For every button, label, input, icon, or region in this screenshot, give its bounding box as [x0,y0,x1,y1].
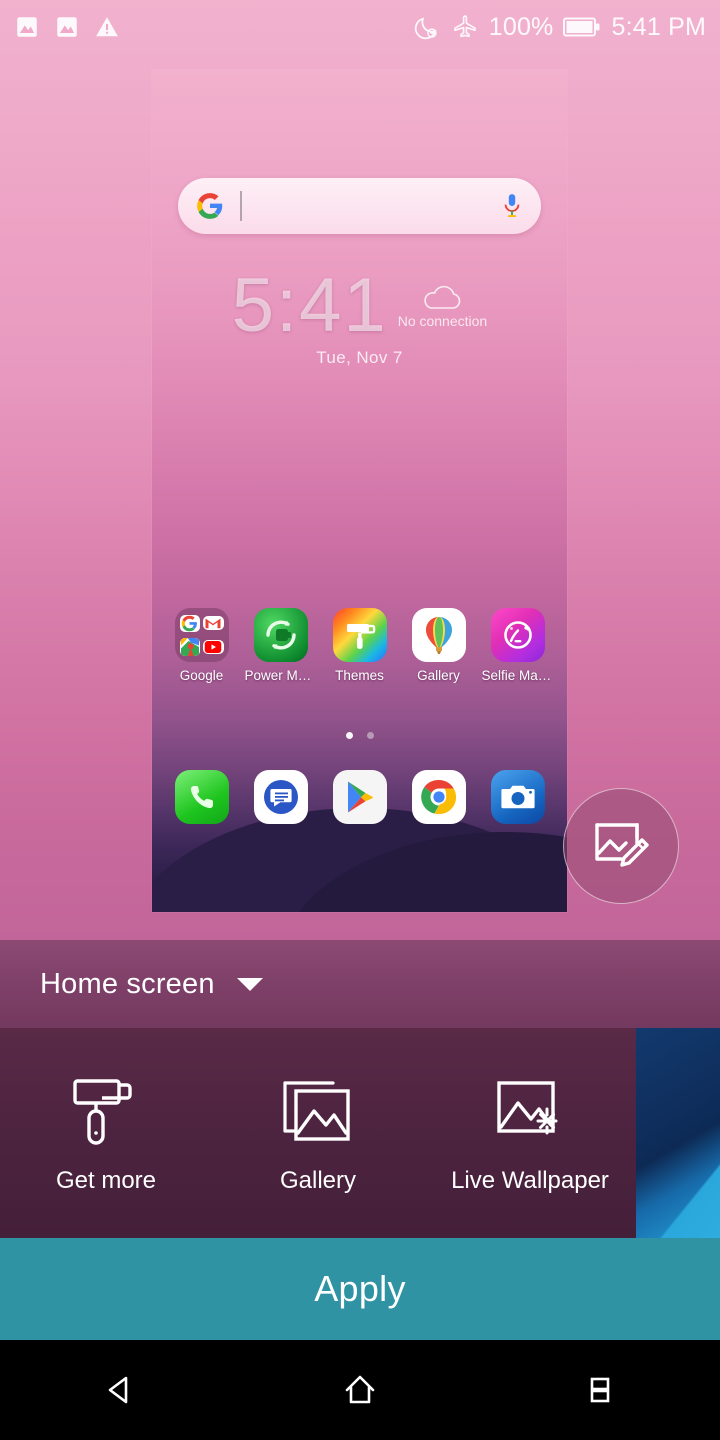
battery-percent-label: 100% [488,12,554,41]
clock-row: 5:41 No connection [152,263,567,348]
app-google-folder[interactable]: Google [166,608,238,683]
phone-icon [174,770,229,824]
dock-app-play-store[interactable] [324,770,396,824]
selfie-master-icon [490,608,545,662]
google-mini-icon [179,614,200,632]
themes-icon [332,608,387,662]
option-label: Live Wallpaper [451,1167,609,1194]
image-notification-icon [57,17,77,37]
play-store-icon [332,770,387,824]
wallpaper-thumbnail-blue[interactable] [636,1028,720,1238]
status-bar-right-icons: 100% 5:41 PM [413,13,706,42]
app-label: Google [179,668,224,683]
option-gallery[interactable]: Gallery [212,1071,424,1195]
google-folder-icon [174,608,229,662]
live-wallpaper-icon [497,1081,558,1135]
app-gallery[interactable]: Gallery [403,608,475,683]
dock-app-phone[interactable] [166,770,238,824]
chevron-down-icon[interactable] [236,977,263,991]
chrome-icon [411,770,466,824]
option-label: Get more [55,1167,157,1194]
edit-wallpaper-button[interactable] [563,788,679,904]
dock-app-chrome[interactable] [403,770,475,824]
airplane-mode-icon [453,15,476,38]
status-bar-left-icons [14,14,120,40]
wallpaper-source-options: Get more Gallery Live Wallpaper [0,1028,720,1238]
option-get-more[interactable]: Get more [0,1071,212,1195]
clock-time-label: 5:41 [231,263,388,348]
wallpaper-preview-card[interactable]: 5:41 No connection Tue, Nov 7 Google Pow… [152,70,567,912]
back-triangle-icon [108,1376,128,1404]
weather-status-label: No connection [397,313,488,329]
system-navigation-bar [0,1340,720,1440]
search-input-caret [240,191,242,221]
app-themes[interactable]: Themes [324,608,396,683]
gallery-balloon-icon [411,608,466,662]
page-dot[interactable] [366,732,374,739]
cloud-icon [424,285,461,309]
youtube-mini-icon [203,639,224,654]
power-master-icon [253,608,308,662]
camera-icon [490,770,545,824]
nav-home-button[interactable] [300,1340,420,1440]
maps-mini-icon [179,637,200,656]
status-bar-clock: 5:41 PM [611,12,706,41]
clock-date-label: Tue, Nov 7 [316,348,403,368]
app-label: Gallery [417,668,460,683]
nav-back-button[interactable] [60,1340,180,1440]
messages-icon [253,770,308,824]
wallpaper-picker-screen: 100% 5:41 PM 5:41 No connection Tue, Nov… [0,0,720,1440]
dock-app-messages[interactable] [245,770,317,824]
dock-app-camera[interactable] [482,770,554,824]
google-search-bar[interactable] [178,178,541,234]
app-power-master[interactable]: Power Ma... [245,608,317,683]
image-edit-icon [595,823,649,867]
screen-target-label: Home screen [40,967,215,1000]
gmail-mini-icon [203,616,224,631]
option-live-wallpaper[interactable]: Live Wallpaper [424,1071,636,1195]
recents-split-icon [590,1377,610,1403]
weather-widget: No connection [397,284,488,329]
app-label: Selfie Mas... [481,668,554,683]
status-bar: 100% 5:41 PM [0,0,720,54]
image-notification-icon [17,17,37,37]
clock-weather-widget[interactable]: 5:41 No connection Tue, Nov 7 [152,263,567,368]
apply-button-label: Apply [314,1268,406,1309]
photo-stack-icon [283,1081,350,1141]
page-dot-active[interactable] [345,732,353,739]
app-selfie-master[interactable]: Selfie Mas... [482,608,554,683]
option-label: Gallery [279,1167,357,1194]
screen-target-selector[interactable]: Home screen [0,940,720,1028]
battery-full-icon [563,17,600,37]
page-indicator [152,732,567,739]
google-g-logo-icon [197,193,223,219]
home-screen-dock [152,770,567,824]
microphone-icon[interactable] [501,192,523,220]
do-not-disturb-moon-icon [414,17,437,40]
app-label: Themes [335,668,384,683]
home-house-icon [345,1375,375,1404]
apply-button[interactable]: Apply [0,1238,720,1340]
home-screen-app-row: Google Power Ma... Themes Gallery Selfie… [152,608,567,683]
warning-triangle-icon [96,17,118,37]
app-label: Power Ma... [244,668,317,683]
nav-recents-button[interactable] [540,1340,660,1440]
paint-roller-icon [73,1079,132,1145]
